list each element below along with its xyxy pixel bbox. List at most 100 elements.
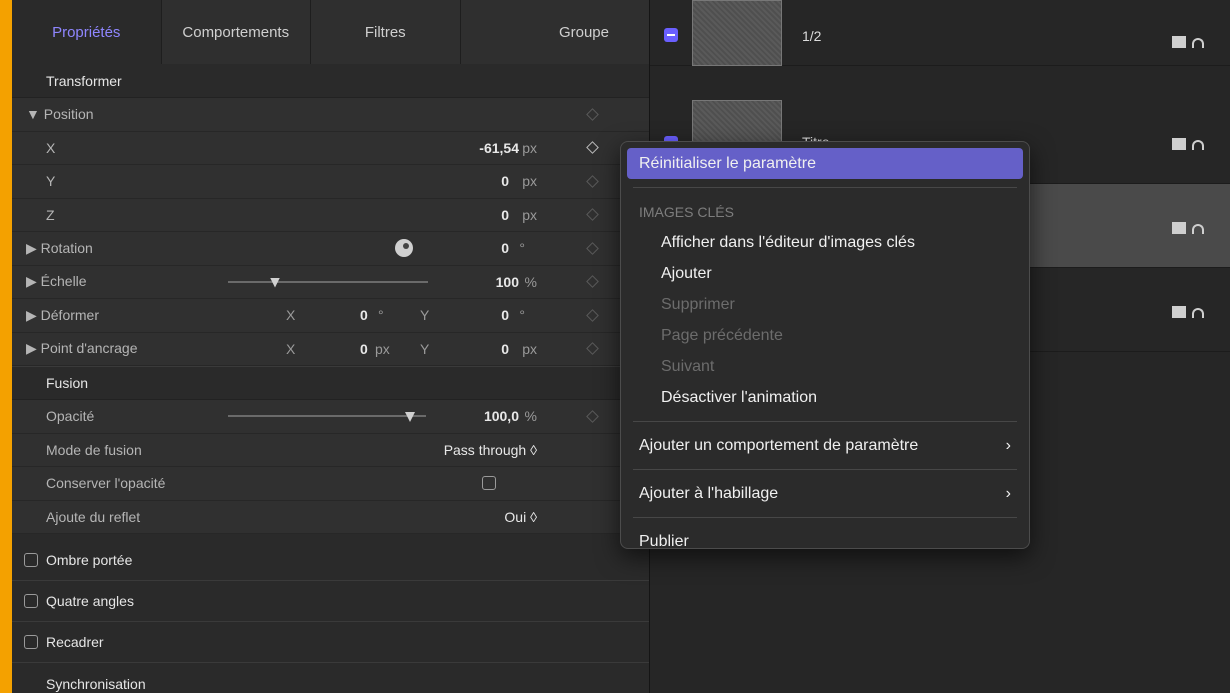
- tab-group[interactable]: Groupe: [460, 0, 649, 64]
- opacity-slider[interactable]: [228, 415, 426, 418]
- layer-enable-checkbox[interactable]: [664, 28, 678, 42]
- deform-y-unit: °: [519, 307, 525, 324]
- keep-opacity-row[interactable]: Conserver l'opacité: [12, 467, 649, 501]
- lock-icon[interactable]: [1172, 222, 1208, 234]
- drop-shadow-checkbox[interactable]: [24, 553, 38, 567]
- blend-mode-row[interactable]: Mode de fusion Pass through ◊: [12, 433, 649, 467]
- scale-slider[interactable]: [228, 280, 428, 283]
- menu-add-parameter-behavior-label: Ajouter un comportement de paramètre: [639, 436, 919, 454]
- deform-x-label: X: [286, 307, 296, 324]
- layer-row[interactable]: 1/2: [650, 0, 1230, 66]
- keyframe-diamond-icon[interactable]: [586, 275, 599, 289]
- x-unit: px: [522, 139, 537, 156]
- tab-filters[interactable]: Filtres: [311, 0, 461, 64]
- menu-delete-keyframe: Supprimer: [661, 295, 735, 313]
- position-x-row[interactable]: X -61,54 px: [12, 131, 649, 165]
- anchor-y-unit: px: [522, 340, 537, 357]
- anchor-y-label: Y: [420, 340, 430, 357]
- x-value[interactable]: -61,54: [479, 140, 519, 156]
- rotation-value[interactable]: 0: [501, 240, 509, 256]
- blend-mode-label: Mode de fusion: [46, 441, 142, 458]
- anchor-y-value[interactable]: 0: [501, 341, 509, 357]
- keyframe-diamond-icon[interactable]: [586, 308, 599, 322]
- menu-next-keyframe: Suivant: [661, 357, 715, 375]
- position-row[interactable]: ▼ Position: [12, 98, 649, 132]
- menu-add-parameter-behavior[interactable]: Ajouter un comportement de paramètre ›: [627, 430, 1023, 461]
- anchor-x-value[interactable]: 0: [360, 341, 368, 357]
- inspector-panel: Propriétés Comportements Filtres Groupe …: [12, 0, 650, 693]
- y-label: Y: [46, 173, 56, 190]
- drop-shadow-label: Ombre portée: [46, 552, 133, 568]
- tab-properties[interactable]: Propriétés: [12, 0, 162, 64]
- chevron-right-icon: ›: [1005, 436, 1011, 454]
- rotation-unit: °: [519, 240, 525, 257]
- four-corners-label: Quatre angles: [46, 593, 134, 609]
- deform-x-unit: °: [378, 307, 384, 324]
- chevron-right-icon: ›: [1005, 484, 1011, 502]
- reflection-select[interactable]: Oui ◊: [504, 509, 537, 525]
- four-corners-group[interactable]: Quatre angles: [12, 581, 649, 622]
- menu-separator: [633, 421, 1017, 422]
- drop-shadow-group[interactable]: Ombre portée: [12, 540, 649, 581]
- lock-icon[interactable]: [1172, 306, 1208, 318]
- position-z-row[interactable]: Z 0 px: [12, 198, 649, 232]
- keyframe-diamond-icon[interactable]: [586, 409, 599, 423]
- layer-name: 1/2: [802, 28, 822, 44]
- position-y-row[interactable]: Y 0 px: [12, 165, 649, 199]
- keyframe-diamond-icon[interactable]: [586, 241, 599, 255]
- four-corners-checkbox[interactable]: [24, 594, 38, 608]
- menu-disable-animation[interactable]: Désactiver l'animation: [627, 382, 1023, 413]
- menu-publish[interactable]: Publier: [627, 526, 1023, 557]
- section-fusion[interactable]: Fusion: [12, 366, 649, 400]
- context-menu: Réinitialiser le paramètre IMAGES CLÉS A…: [620, 141, 1030, 550]
- keep-opacity-checkbox[interactable]: [482, 476, 496, 491]
- menu-add-to-rig-label: Ajouter à l'habillage: [639, 484, 779, 502]
- z-label: Z: [46, 206, 55, 223]
- crop-group[interactable]: Recadrer: [12, 622, 649, 663]
- app-window: Propriétés Comportements Filtres Groupe …: [12, 0, 1230, 693]
- keyframe-diamond-icon[interactable]: [586, 208, 599, 222]
- sync-section[interactable]: Synchronisation: [12, 663, 649, 693]
- tab-behaviors[interactable]: Comportements: [161, 0, 311, 64]
- opacity-value[interactable]: 100,0: [484, 408, 519, 424]
- deform-y-value[interactable]: 0: [501, 307, 509, 323]
- rotation-row[interactable]: ▶ Rotation 0 °: [12, 232, 649, 266]
- scale-value[interactable]: 100: [496, 274, 519, 290]
- deform-row[interactable]: ▶ Déformer X 0 ° Y 0 °: [12, 299, 649, 333]
- reflection-label: Ajoute du reflet: [46, 508, 141, 525]
- anchor-label: ▶ Point d'ancrage: [26, 340, 138, 357]
- keyframe-diamond-icon[interactable]: [586, 174, 599, 188]
- keyframe-add-icon[interactable]: [586, 141, 599, 155]
- layer-thumbnail: [692, 0, 782, 66]
- menu-reset-parameter[interactable]: Réinitialiser le paramètre: [627, 148, 1023, 179]
- sync-label: Synchronisation: [46, 675, 146, 692]
- keep-opacity-label: Conserver l'opacité: [46, 475, 166, 492]
- rotation-dial[interactable]: [395, 239, 413, 258]
- menu-previous-keyframe: Page précédente: [661, 326, 783, 344]
- deform-x-value[interactable]: 0: [360, 307, 368, 323]
- lock-icon[interactable]: [1172, 36, 1208, 48]
- menu-add-keyframe[interactable]: Ajouter: [627, 258, 1023, 289]
- menu-add-to-rig[interactable]: Ajouter à l'habillage ›: [627, 478, 1023, 509]
- y-value[interactable]: 0: [501, 173, 509, 189]
- scale-row[interactable]: ▶ Échelle 100 %: [12, 265, 649, 299]
- menu-separator: [633, 469, 1017, 470]
- crop-label: Recadrer: [46, 634, 104, 650]
- anchor-row[interactable]: ▶ Point d'ancrage X 0 px Y 0 px: [12, 332, 649, 366]
- keyframe-diamond-icon[interactable]: [586, 107, 599, 121]
- z-unit: px: [522, 206, 537, 223]
- menu-show-in-keyframe-editor[interactable]: Afficher dans l'éditeur d'images clés: [627, 227, 1023, 258]
- opacity-row[interactable]: Opacité 100,0 %: [12, 400, 649, 434]
- reflection-row[interactable]: Ajoute du reflet Oui ◊: [12, 500, 649, 534]
- section-transform[interactable]: Transformer: [12, 64, 649, 98]
- keyframe-diamond-icon[interactable]: [586, 342, 599, 356]
- lock-icon[interactable]: [1172, 138, 1208, 150]
- deform-label: ▶ Déformer: [26, 306, 100, 323]
- z-value[interactable]: 0: [501, 207, 509, 223]
- blend-mode-select[interactable]: Pass through ◊: [444, 442, 537, 458]
- menu-separator: [633, 187, 1017, 188]
- crop-checkbox[interactable]: [24, 635, 38, 649]
- opacity-label: Opacité: [46, 408, 95, 425]
- anchor-x-unit: px: [375, 340, 390, 357]
- anchor-x-label: X: [286, 340, 296, 357]
